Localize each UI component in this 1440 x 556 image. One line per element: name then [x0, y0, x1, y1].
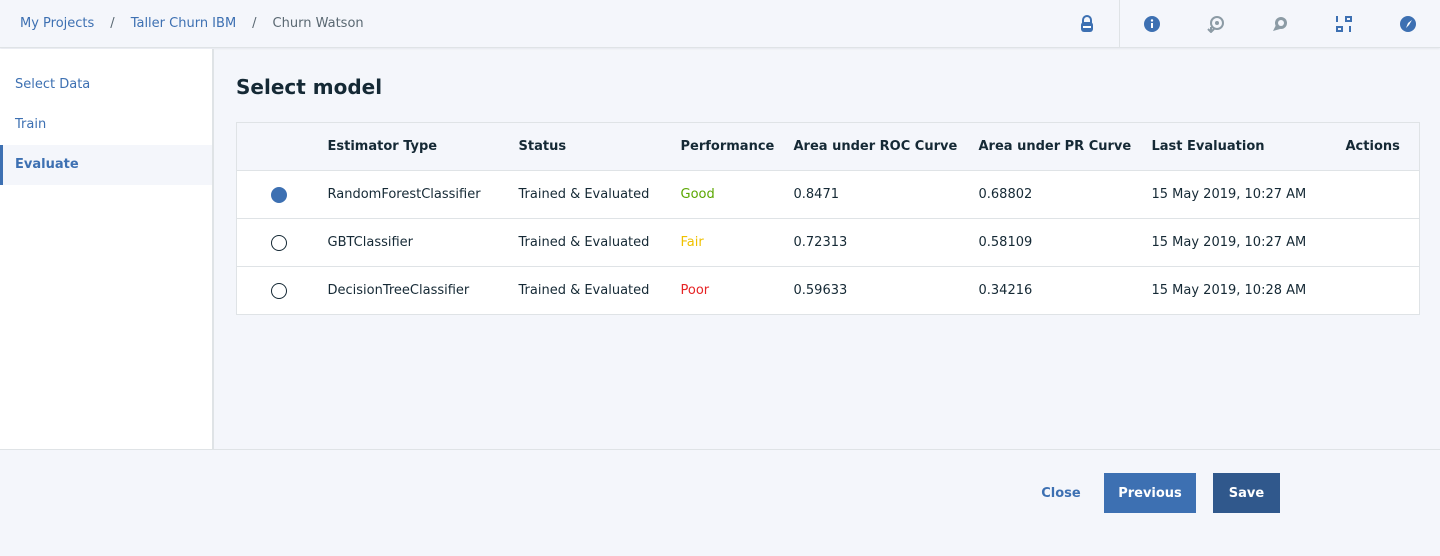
estimator-type: RandomForestClassifier	[327, 170, 519, 219]
estimator-type: DecisionTreeClassifier	[327, 266, 519, 315]
sidebar: Select Data Train Evaluate	[0, 49, 214, 449]
col-estimator: Estimator Type	[327, 122, 519, 171]
previous-button[interactable]: Previous	[1104, 473, 1196, 513]
actions-cell	[1345, 170, 1420, 219]
col-status: Status	[518, 122, 681, 171]
sidebar-item-evaluate[interactable]: Evaluate	[0, 145, 212, 185]
sidebar-item-train[interactable]: Train	[0, 105, 212, 145]
col-performance: Performance	[680, 122, 794, 171]
breadcrumb: My Projects / Taller Churn IBM / Churn W…	[20, 16, 364, 31]
save-button[interactable]: Save	[1213, 473, 1280, 513]
model-radio[interactable]	[271, 282, 287, 299]
performance: Poor	[680, 266, 794, 315]
footer: Close Previous Save	[0, 449, 1440, 556]
table-header: Estimator Type Status Performance Area u…	[236, 122, 1420, 171]
close-button[interactable]: Close	[1030, 473, 1092, 513]
breadcrumb-separator: /	[110, 16, 115, 31]
pr-auc: 0.34216	[978, 266, 1152, 315]
table-row[interactable]: RandomForestClassifier Trained & Evaluate…	[236, 170, 1420, 219]
status: Trained & Evaluated	[518, 266, 681, 315]
pr-auc: 0.68802	[978, 170, 1152, 219]
table-row[interactable]: DecisionTreeClassifier Trained & Evaluate…	[236, 266, 1420, 315]
pr-auc: 0.58109	[978, 218, 1152, 267]
col-roc: Area under ROC Curve	[793, 122, 979, 171]
estimator-type: GBTClassifier	[327, 218, 519, 267]
col-select	[236, 122, 328, 171]
col-actions: Actions	[1345, 122, 1420, 171]
grid-icon[interactable]	[1312, 0, 1376, 48]
actions-cell	[1345, 218, 1420, 267]
breadcrumb-current: Churn Watson	[272, 16, 364, 31]
last-evaluation: 15 May 2019, 10:27 AM	[1151, 218, 1346, 267]
info-icon[interactable]	[1120, 0, 1184, 48]
top-bar: My Projects / Taller Churn IBM / Churn W…	[0, 0, 1440, 48]
page-title: Select model	[236, 75, 383, 99]
actions-cell	[1345, 266, 1420, 315]
breadcrumb-project[interactable]: Taller Churn IBM	[131, 16, 236, 31]
table-row[interactable]: GBTClassifier Trained & Evaluated Fair 0.72…	[236, 218, 1420, 267]
chat-icon[interactable]	[1248, 0, 1312, 48]
main-content: Select model Estimator Type Status Perfo…	[216, 49, 1440, 449]
lock-icon[interactable]	[1054, 0, 1120, 48]
compass-icon[interactable]	[1376, 0, 1440, 48]
status: Trained & Evaluated	[518, 170, 681, 219]
sidebar-item-select-data[interactable]: Select Data	[0, 65, 212, 105]
last-evaluation: 15 May 2019, 10:28 AM	[1151, 266, 1346, 315]
model-radio[interactable]	[271, 234, 287, 251]
breadcrumb-separator: /	[252, 16, 257, 31]
col-last-evaluation: Last Evaluation	[1151, 122, 1346, 171]
models-table: Estimator Type Status Performance Area u…	[236, 122, 1420, 315]
roc-auc: 0.8471	[793, 170, 979, 219]
performance: Good	[680, 170, 794, 219]
history-icon[interactable]	[1184, 0, 1248, 48]
performance: Fair	[680, 218, 794, 267]
status: Trained & Evaluated	[518, 218, 681, 267]
roc-auc: 0.72313	[793, 218, 979, 267]
roc-auc: 0.59633	[793, 266, 979, 315]
breadcrumb-my-projects[interactable]: My Projects	[20, 16, 94, 31]
model-radio[interactable]	[271, 186, 287, 203]
last-evaluation: 15 May 2019, 10:27 AM	[1151, 170, 1346, 219]
col-pr: Area under PR Curve	[978, 122, 1152, 171]
